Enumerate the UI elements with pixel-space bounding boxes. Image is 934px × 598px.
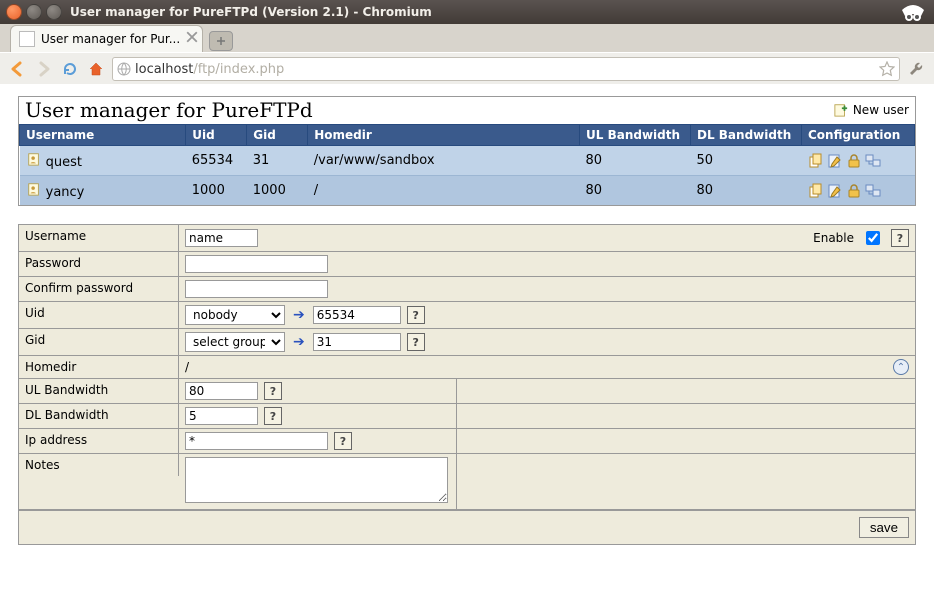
confirm-password-input[interactable]: [185, 280, 328, 298]
label-notes: Notes: [19, 454, 179, 476]
new-tab-button[interactable]: [209, 31, 233, 51]
cell-username: quest: [46, 155, 82, 170]
help-icon[interactable]: ?: [407, 306, 425, 324]
cell-username: yancy: [46, 185, 85, 200]
label-enable: Enable: [813, 231, 854, 245]
forward-button[interactable]: [34, 59, 54, 79]
copy-icon[interactable]: [808, 183, 824, 199]
site-icon: [117, 62, 131, 76]
hosts-icon[interactable]: [865, 183, 881, 199]
page-icon: [19, 31, 35, 47]
gid-input[interactable]: [313, 333, 401, 351]
label-homedir: Homedir: [19, 356, 179, 378]
browser-toolbar: localhost/ftp/index.php: [0, 52, 934, 86]
help-icon[interactable]: ?: [891, 229, 909, 247]
bookmark-star-icon[interactable]: [879, 61, 895, 77]
cell-uid: 65534: [186, 146, 247, 176]
table-row: yancy10001000/8080: [20, 176, 915, 206]
cell-ul: 80: [580, 146, 691, 176]
cell-ul: 80: [580, 176, 691, 206]
back-button[interactable]: [8, 59, 28, 79]
uid-select[interactable]: nobody: [185, 305, 285, 325]
label-dl: DL Bandwidth: [19, 404, 179, 428]
hosts-icon[interactable]: [865, 153, 881, 169]
tab-strip: User manager for Pur...: [0, 24, 934, 52]
label-confirm: Confirm password: [19, 277, 179, 301]
user-icon: [26, 151, 42, 167]
help-icon[interactable]: ?: [407, 333, 425, 351]
cell-homedir: /: [308, 176, 580, 206]
save-button[interactable]: save: [859, 517, 909, 538]
tab-close-icon[interactable]: [186, 31, 198, 43]
ul-bandwidth-input[interactable]: [185, 382, 258, 400]
dl-bandwidth-input[interactable]: [185, 407, 258, 425]
table-row: quest 6553431/var/www/sandbox8050: [20, 146, 915, 176]
cell-uid: 1000: [186, 176, 247, 206]
col-uid: Uid: [186, 125, 247, 146]
tab-title: User manager for Pur...: [41, 32, 180, 46]
password-input[interactable]: [185, 255, 328, 273]
url-bar[interactable]: localhost/ftp/index.php: [112, 57, 900, 81]
wrench-menu-button[interactable]: [906, 59, 926, 79]
browser-tab[interactable]: User manager for Pur...: [10, 25, 203, 52]
incognito-icon: [898, 2, 928, 24]
window-titlebar: User manager for PureFTPd (Version 2.1) …: [0, 0, 934, 24]
window-close-button[interactable]: [6, 4, 22, 20]
new-user-label: New user: [853, 103, 909, 117]
users-panel: User manager for PureFTPd New user Usern…: [18, 96, 916, 206]
label-ul: UL Bandwidth: [19, 379, 179, 403]
enable-checkbox[interactable]: [866, 231, 880, 245]
label-gid: Gid: [19, 329, 179, 355]
col-homedir: Homedir: [308, 125, 580, 146]
arrow-right-icon: ➔: [293, 307, 305, 323]
expand-icon[interactable]: ⌃: [893, 359, 909, 375]
label-uid: Uid: [19, 302, 179, 328]
label-username: Username: [19, 225, 179, 251]
cell-gid: 31: [247, 146, 308, 176]
window-title: User manager for PureFTPd (Version 2.1) …: [70, 5, 432, 19]
lock-icon[interactable]: [846, 183, 862, 199]
col-dl: DL Bandwidth: [691, 125, 802, 146]
cell-gid: 1000: [247, 176, 308, 206]
help-icon[interactable]: ?: [264, 407, 282, 425]
col-gid: Gid: [247, 125, 308, 146]
copy-icon[interactable]: [808, 153, 824, 169]
help-icon[interactable]: ?: [334, 432, 352, 450]
page-content: User manager for PureFTPd New user Usern…: [0, 84, 934, 598]
url-text: localhost/ftp/index.php: [135, 62, 875, 77]
notes-textarea[interactable]: [185, 457, 448, 503]
page-title: User manager for PureFTPd: [25, 98, 313, 122]
gid-select[interactable]: select group: [185, 332, 285, 352]
new-user-link[interactable]: New user: [833, 102, 909, 118]
window-maximize-button[interactable]: [46, 4, 62, 20]
uid-input[interactable]: [313, 306, 401, 324]
ip-input[interactable]: [185, 432, 328, 450]
new-user-icon: [833, 102, 849, 118]
arrow-right-icon: ➔: [293, 334, 305, 350]
user-icon: [26, 181, 42, 197]
label-password: Password: [19, 252, 179, 276]
users-table: Username Uid Gid Homedir UL Bandwidth DL…: [19, 124, 915, 205]
user-form: Username Enable ? Password Confirm passw…: [18, 224, 916, 545]
lock-icon[interactable]: [846, 153, 862, 169]
help-icon[interactable]: ?: [264, 382, 282, 400]
cell-dl: 50: [691, 146, 802, 176]
col-config: Configuration: [802, 125, 915, 146]
edit-icon[interactable]: [827, 183, 843, 199]
col-ul: UL Bandwidth: [580, 125, 691, 146]
edit-icon[interactable]: [827, 153, 843, 169]
cell-dl: 80: [691, 176, 802, 206]
reload-button[interactable]: [60, 59, 80, 79]
cell-homedir: /var/www/sandbox: [308, 146, 580, 176]
home-button[interactable]: [86, 59, 106, 79]
homedir-value: /: [185, 360, 189, 374]
label-ip: Ip address: [19, 429, 179, 453]
col-username: Username: [20, 125, 186, 146]
window-minimize-button[interactable]: [26, 4, 42, 20]
username-input[interactable]: [185, 229, 258, 247]
